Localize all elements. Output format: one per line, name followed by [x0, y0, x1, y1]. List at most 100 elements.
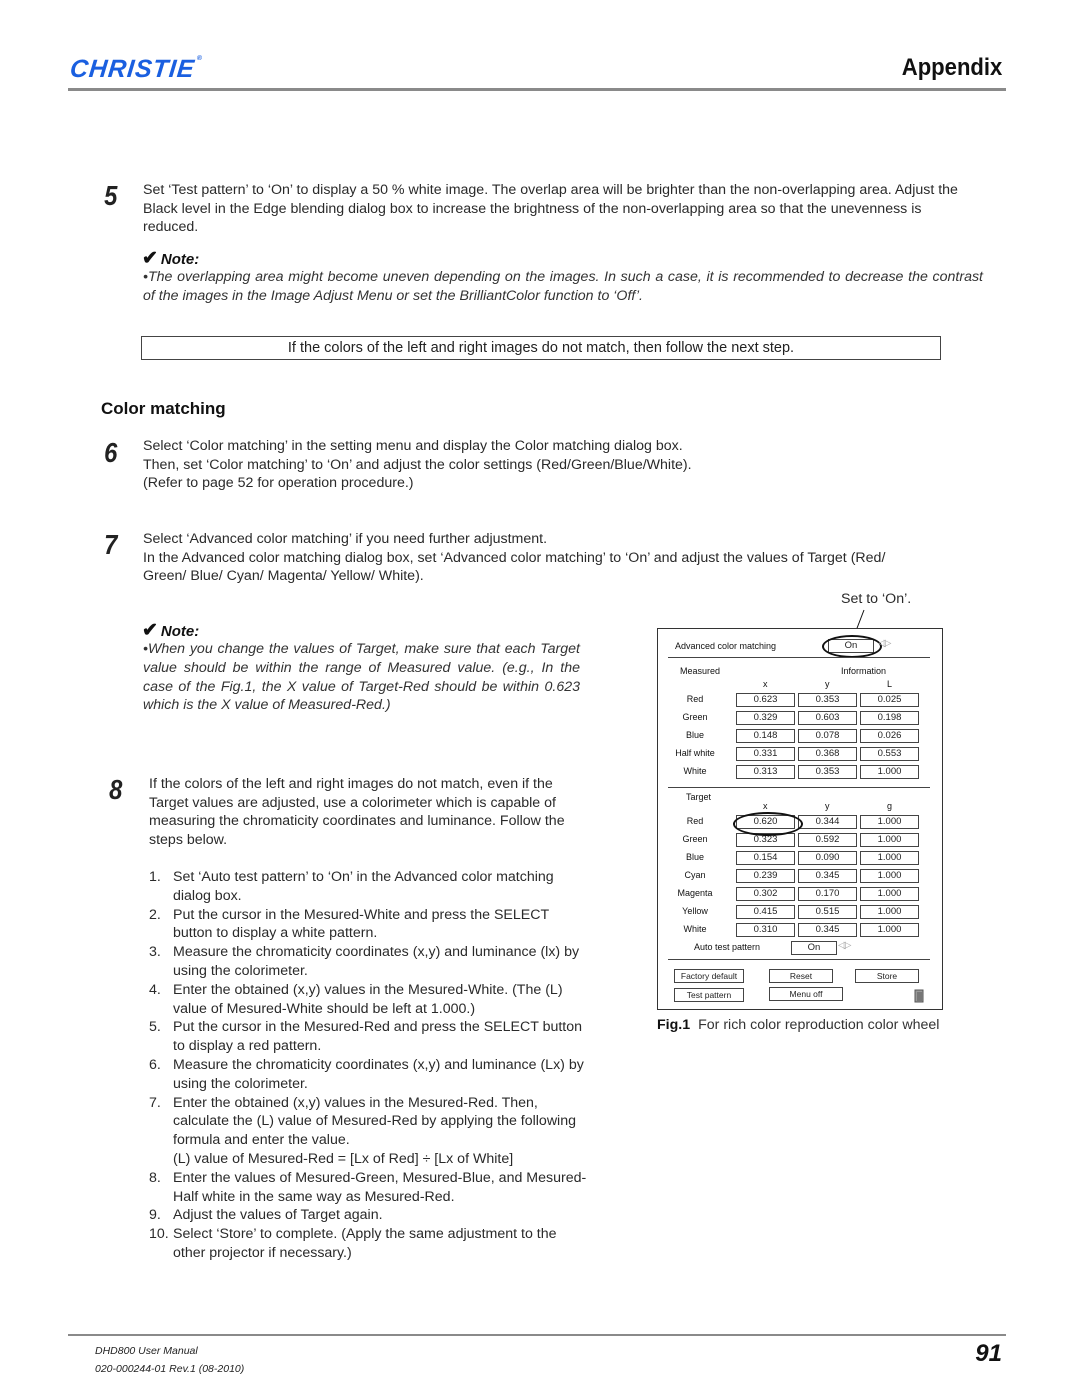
formula: (L) value of Mesured-Red = [Lx of Red] ÷… — [149, 1150, 589, 1169]
left-right-arrows-icon[interactable]: ◁▷ — [878, 638, 891, 649]
row-label: Red — [686, 694, 704, 704]
figure-caption-text: For rich color reproduction color wheel — [698, 1017, 940, 1033]
value-field[interactable]: 0.148 — [736, 729, 795, 743]
exit-door-icon[interactable] — [914, 989, 924, 1003]
value-field[interactable]: 0.090 — [798, 851, 857, 865]
value-field[interactable]: 0.345 — [798, 869, 857, 883]
list-item: 10. Select ‘Store’ to complete. (Apply th… — [149, 1225, 589, 1263]
value-field[interactable]: 0.623 — [736, 693, 795, 707]
row-label: Blue — [685, 730, 704, 740]
step-6-line: (Refer to page 52 for operation procedur… — [143, 475, 414, 492]
value-field[interactable]: 1.000 — [860, 869, 919, 883]
value-field[interactable]: 1.000 — [860, 905, 919, 919]
list-text: Measure the chromaticity coordinates (x,… — [173, 1056, 584, 1092]
column-header: x — [763, 679, 768, 689]
value-field[interactable]: 0.078 — [798, 729, 857, 743]
value-field[interactable]: 0.368 — [798, 747, 857, 761]
divider — [668, 657, 930, 658]
list-number: 5. — [149, 1019, 161, 1036]
row-label: Half white — [675, 748, 715, 758]
value-field[interactable]: 0.353 — [798, 765, 857, 779]
step-5-text: Set ‘Test pattern’ to ‘On’ to display a … — [143, 182, 958, 236]
value-field[interactable]: 1.000 — [860, 887, 919, 901]
step-number-8: 8 — [109, 774, 123, 805]
column-header: x — [763, 801, 768, 811]
footer-rule — [68, 1334, 1006, 1336]
list-text: Enter the obtained (x,y) values in the M… — [173, 1094, 576, 1149]
list-number: 7. — [149, 1094, 161, 1111]
step-6-line: Select ‘Color matching’ in the setting m… — [143, 438, 683, 454]
step-number-6: 6 — [104, 437, 118, 468]
value-field[interactable]: 0.331 — [736, 747, 795, 761]
list-number: 8. — [149, 1169, 161, 1186]
value-field[interactable]: 0.025 — [860, 693, 919, 707]
column-header: g — [887, 801, 893, 811]
row-label: Green — [682, 834, 708, 844]
figure-label: Fig.1 — [657, 1017, 691, 1033]
note-text-2: •When you change the values of Target, m… — [143, 641, 580, 714]
step-6-line: Then, set ‘Color matching’ to ‘On’ and a… — [143, 456, 692, 473]
value-field[interactable]: 0.302 — [736, 887, 795, 901]
value-field[interactable]: 0.592 — [798, 833, 857, 847]
color-matching-heading: Color matching — [101, 399, 226, 418]
value-field[interactable]: 0.345 — [798, 923, 857, 937]
note-label: Note: — [160, 623, 200, 640]
figure-caption: Fig.1 For rich color reproduction color w… — [657, 1017, 939, 1033]
value-field[interactable]: 0.353 — [798, 693, 857, 707]
auto-test-pattern-value[interactable]: On — [791, 941, 837, 955]
step-number-7: 7 — [104, 529, 118, 560]
auto-test-pattern-label: Auto test pattern — [694, 942, 761, 952]
value-field[interactable]: 1.000 — [860, 923, 919, 937]
list-text: Enter the values of Mesured-Green, Mesur… — [173, 1169, 587, 1205]
value-field[interactable]: 1.000 — [860, 851, 919, 865]
dialog-title: Advanced color matching — [675, 641, 777, 651]
value-field[interactable]: 0.310 — [736, 923, 795, 937]
test-pattern-button[interactable]: Test pattern — [674, 988, 744, 1002]
list-text: Set ‘Auto test pattern’ to ‘On’ in the A… — [173, 869, 554, 904]
list-text: Select ‘Store’ to complete. (Apply the s… — [173, 1226, 557, 1261]
row-label: Blue — [685, 852, 704, 862]
target-label: Target — [686, 792, 712, 802]
value-field[interactable]: 0.515 — [798, 905, 857, 919]
figure-annotation: Set to ‘On’. — [841, 591, 912, 607]
value-field[interactable]: 1.000 — [860, 833, 919, 847]
left-right-arrows-icon[interactable]: ◁▷ — [838, 940, 851, 951]
list-number: 6. — [149, 1056, 161, 1073]
row-label: White — [683, 766, 707, 776]
factory-default-button[interactable]: Factory default — [674, 969, 744, 983]
manual-title: DHD800 User Manual — [95, 1345, 198, 1357]
value-field[interactable]: 0.603 — [798, 711, 857, 725]
callout-box: If the colors of the left and right imag… — [141, 336, 941, 360]
page-number: 91 — [975, 1340, 1002, 1367]
value-field[interactable]: 0.415 — [736, 905, 795, 919]
highlight-ellipse — [822, 635, 882, 658]
step-8-intro: If the colors of the left and right imag… — [149, 776, 565, 848]
list-text: Adjust the values of Target again. — [173, 1207, 383, 1224]
value-field[interactable]: 1.000 — [860, 765, 919, 779]
list-number: 9. — [149, 1207, 161, 1224]
value-field[interactable]: 0.329 — [736, 711, 795, 725]
list-number: 2. — [149, 906, 161, 923]
value-field[interactable]: 0.154 — [736, 851, 795, 865]
value-field[interactable]: 0.313 — [736, 765, 795, 779]
value-field[interactable]: 1.000 — [860, 815, 919, 829]
row-label: Cyan — [684, 870, 706, 880]
row-label: Magenta — [677, 888, 713, 898]
store-button[interactable]: Store — [855, 969, 919, 983]
value-field[interactable]: 0.344 — [798, 815, 857, 829]
value-field[interactable]: 0.239 — [736, 869, 795, 883]
value-field[interactable]: 0.198 — [860, 711, 919, 725]
header-rule — [68, 88, 1006, 91]
menu-off-button[interactable]: Menu off — [769, 987, 843, 1001]
highlight-ellipse — [733, 812, 803, 836]
column-header: y — [825, 801, 830, 811]
divider — [668, 959, 930, 960]
column-header: y — [825, 679, 830, 689]
reset-button[interactable]: Reset — [769, 969, 833, 983]
value-field[interactable]: 0.026 — [860, 729, 919, 743]
row-label: White — [683, 924, 707, 934]
step-7-line: In the Advanced color matching dialog bo… — [143, 549, 886, 566]
value-field[interactable]: 0.170 — [798, 887, 857, 901]
column-header: L — [887, 679, 893, 689]
value-field[interactable]: 0.553 — [860, 747, 919, 761]
